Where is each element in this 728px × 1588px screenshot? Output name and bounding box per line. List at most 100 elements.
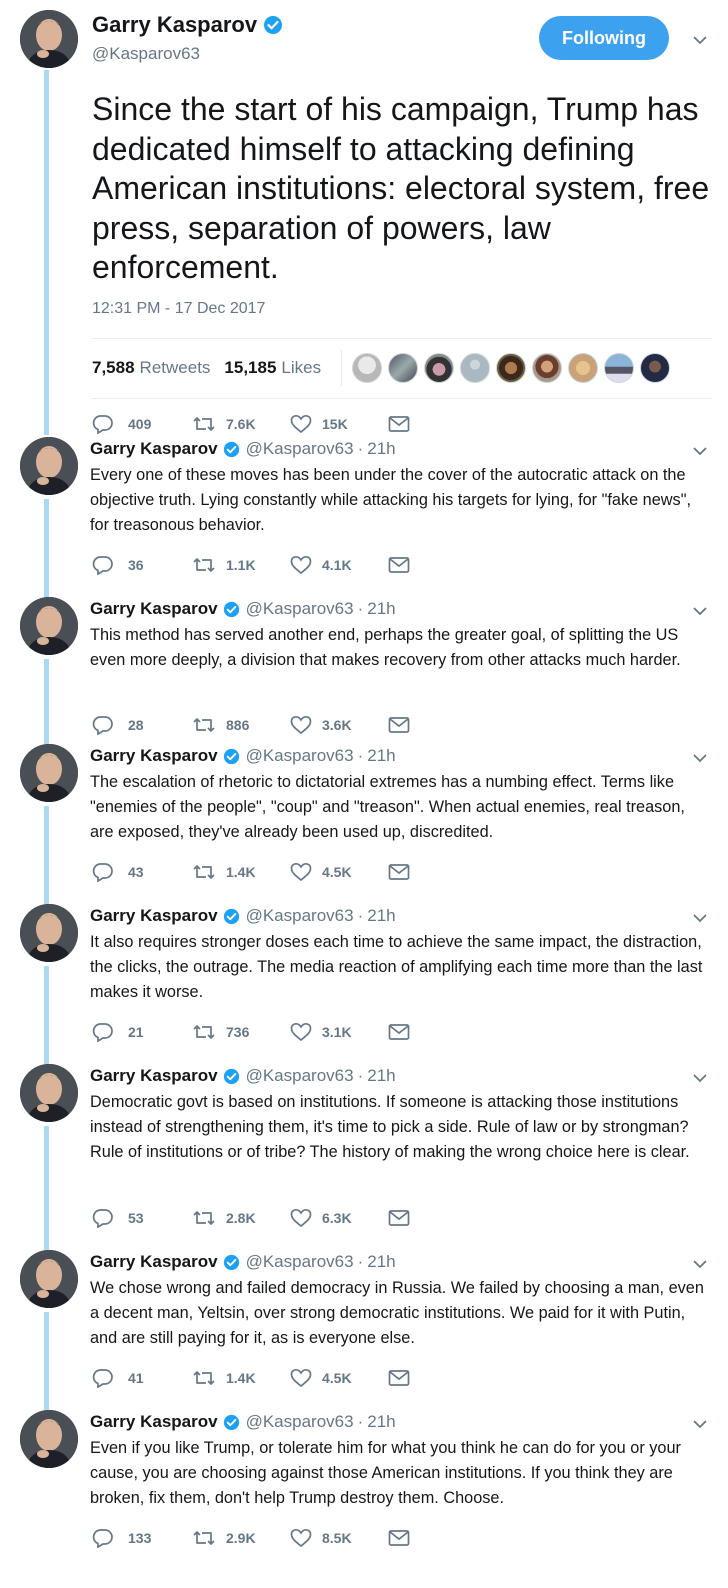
reply-button[interactable]: 53: [92, 1208, 192, 1228]
retweet-label[interactable]: Retweets: [140, 358, 211, 378]
tweet-time[interactable]: 21h: [367, 1412, 395, 1432]
tweet-time[interactable]: 21h: [367, 1066, 395, 1086]
direct-message-button[interactable]: [388, 1209, 420, 1227]
author-handle[interactable]: @Kasparov63: [246, 1252, 354, 1272]
tweet-text: This method has served another end, perh…: [90, 626, 681, 669]
tweet-time[interactable]: 21h: [367, 746, 395, 766]
retweet-count: 1.4K: [226, 1370, 256, 1386]
author-name-text[interactable]: Garry Kasparov: [92, 12, 257, 38]
reply-button[interactable]: 409: [92, 414, 192, 434]
tweet-time[interactable]: 21h: [367, 439, 395, 459]
like-button[interactable]: 4.1K: [290, 555, 388, 575]
chevron-down-icon[interactable]: [693, 753, 707, 763]
like-button[interactable]: 15K: [290, 414, 388, 434]
author-name[interactable]: Garry Kasparov: [90, 746, 218, 766]
chevron-down-icon[interactable]: [693, 913, 707, 923]
liker-avatar[interactable]: [460, 353, 491, 383]
author-avatar[interactable]: [20, 1410, 78, 1468]
reply-count: 36: [128, 557, 144, 573]
author-avatar[interactable]: [20, 10, 78, 68]
direct-message-button[interactable]: [388, 1529, 420, 1547]
retweet-button[interactable]: 1.1K: [192, 555, 290, 575]
author-handle[interactable]: @Kasparov63: [246, 439, 354, 459]
author-avatar[interactable]: [20, 1064, 78, 1122]
like-count[interactable]: 15,185: [224, 358, 276, 378]
author-avatar[interactable]: [20, 744, 78, 802]
direct-message-button[interactable]: [388, 716, 420, 734]
tweet-timestamp[interactable]: 12:31 PM - 17 Dec 2017: [92, 300, 265, 318]
liker-avatar[interactable]: [604, 353, 635, 383]
author-name[interactable]: Garry Kasparov: [90, 439, 218, 459]
reply-count: 53: [128, 1210, 144, 1226]
liker-avatar[interactable]: [496, 353, 527, 383]
author-avatar[interactable]: [20, 1250, 78, 1308]
tweet-actions: 133 2.9K 8.5K: [92, 1526, 422, 1550]
chevron-down-icon[interactable]: [693, 1419, 707, 1429]
separator-dot: ·: [357, 599, 364, 618]
liker-avatar[interactable]: [640, 353, 671, 383]
following-button[interactable]: Following: [539, 16, 669, 60]
liker-avatar[interactable]: [424, 353, 455, 383]
reply-button[interactable]: 21: [92, 1022, 192, 1042]
retweet-count[interactable]: 7,588: [92, 358, 135, 378]
chevron-down-icon[interactable]: [693, 606, 707, 616]
reply-button[interactable]: 133: [92, 1528, 192, 1548]
retweet-button[interactable]: 736: [192, 1022, 290, 1042]
author-handle[interactable]: @Kasparov63: [246, 599, 354, 619]
tweet-text: Since the start of his campaign, Trump h…: [92, 91, 710, 285]
retweet-icon: [193, 1371, 215, 1385]
separator-dot: ·: [357, 1066, 364, 1085]
like-label[interactable]: Likes: [281, 358, 321, 378]
tweet-time[interactable]: 21h: [367, 906, 395, 926]
reply-button[interactable]: 28: [92, 715, 192, 735]
reply-button[interactable]: 36: [92, 555, 192, 575]
like-button[interactable]: 8.5K: [290, 1528, 388, 1548]
reply-button[interactable]: 43: [92, 862, 192, 882]
liker-avatar[interactable]: [352, 353, 383, 383]
direct-message-button[interactable]: [388, 1369, 420, 1387]
direct-message-button[interactable]: [388, 863, 420, 881]
retweet-button[interactable]: 7.6K: [192, 414, 290, 434]
liker-avatar[interactable]: [532, 353, 563, 383]
author-avatar[interactable]: [20, 597, 78, 655]
like-button[interactable]: 3.6K: [290, 715, 388, 735]
direct-message-button[interactable]: [388, 415, 420, 433]
author-name[interactable]: Garry Kasparov: [90, 1066, 218, 1086]
author-name[interactable]: Garry Kasparov: [90, 1252, 218, 1272]
reply-button[interactable]: 41: [92, 1368, 192, 1388]
author-avatar[interactable]: [20, 437, 78, 495]
chevron-down-icon[interactable]: [693, 446, 707, 456]
author-name[interactable]: Garry Kasparov: [90, 599, 218, 619]
author-name[interactable]: Garry Kasparov: [92, 12, 283, 38]
retweet-button[interactable]: 1.4K: [192, 1368, 290, 1388]
author-handle[interactable]: @Kasparov63: [246, 746, 354, 766]
tweet-time[interactable]: 21h: [367, 599, 395, 619]
like-button[interactable]: 6.3K: [290, 1208, 388, 1228]
chevron-down-icon[interactable]: [693, 1259, 707, 1269]
thread-line: [44, 659, 49, 744]
liker-avatar[interactable]: [568, 353, 599, 383]
direct-message-button[interactable]: [388, 556, 420, 574]
separator-dot: ·: [357, 906, 364, 925]
author-avatar[interactable]: [20, 904, 78, 962]
author-handle[interactable]: @Kasparov63: [246, 1066, 354, 1086]
author-handle[interactable]: @Kasparov63: [246, 906, 354, 926]
liker-avatar[interactable]: [388, 353, 419, 383]
chevron-down-icon[interactable]: [693, 1073, 707, 1083]
retweet-button[interactable]: 2.9K: [192, 1528, 290, 1548]
like-button[interactable]: 4.5K: [290, 862, 388, 882]
retweet-button[interactable]: 886: [192, 715, 290, 735]
author-handle[interactable]: @Kasparov63: [92, 44, 200, 64]
author-name[interactable]: Garry Kasparov: [90, 906, 218, 926]
like-button[interactable]: 4.5K: [290, 1368, 388, 1388]
thread-line: [44, 1126, 49, 1250]
retweet-button[interactable]: 2.8K: [192, 1208, 290, 1228]
direct-message-button[interactable]: [388, 1023, 420, 1041]
retweet-button[interactable]: 1.4K: [192, 862, 290, 882]
author-handle[interactable]: @Kasparov63: [246, 1412, 354, 1432]
like-button[interactable]: 3.1K: [290, 1022, 388, 1042]
tweet-time[interactable]: 21h: [367, 1252, 395, 1272]
verified-badge-icon: [223, 1414, 239, 1430]
author-name[interactable]: Garry Kasparov: [90, 1412, 218, 1432]
chevron-down-icon[interactable]: [693, 35, 707, 45]
